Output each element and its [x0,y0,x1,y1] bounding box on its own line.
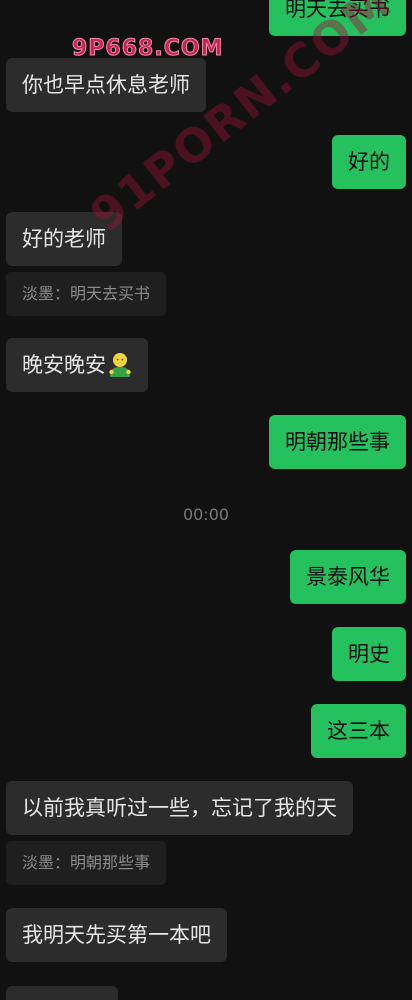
message-bubble-outgoing[interactable]: 这三本 [311,704,406,758]
message-bubble-outgoing[interactable]: 好的 [332,135,406,189]
message-text: 好的老师 [22,227,106,251]
message-bubble-incoming[interactable]: 晚安晚安 [6,338,148,392]
message-bubble-outgoing[interactable]: 景泰风华 [290,550,406,604]
message-text: 我明天先买第一本吧 [22,923,211,947]
message-text: 以前我真听过一些，忘记了我的天 [22,796,337,820]
message-bubble-incoming[interactable]: 以前我真听过一些，忘记了我的天 [6,781,353,835]
message-text: 景泰风华 [306,565,390,589]
message-bubble-incoming[interactable]: 你也早点休息老师 [6,58,206,112]
quote-text: 淡墨：明天去买书 [22,284,151,303]
quote-text: 淡墨：明朝那些事 [22,853,151,872]
message-text: 晚安晚安 [22,353,106,377]
watermark-top: 9P668.COM [71,36,224,62]
message-text: 好的 [348,150,390,174]
message-bubble-partial[interactable] [6,986,118,1000]
quoted-reply[interactable]: 淡墨：明朝那些事 [6,841,167,885]
message-text: 明史 [348,642,390,666]
boy-emoji-icon [109,353,131,377]
message-text: 这三本 [327,719,390,743]
message-text: 你也早点休息老师 [22,73,190,97]
timestamp: 00:00 [182,505,230,524]
message-bubble-outgoing[interactable]: 明朝那些事 [269,415,406,469]
message-bubble-outgoing[interactable]: 明史 [332,627,406,681]
message-text: 明朝那些事 [285,430,390,454]
message-bubble-incoming[interactable]: 我明天先买第一本吧 [6,908,227,962]
quoted-reply[interactable]: 淡墨：明天去买书 [6,272,167,316]
